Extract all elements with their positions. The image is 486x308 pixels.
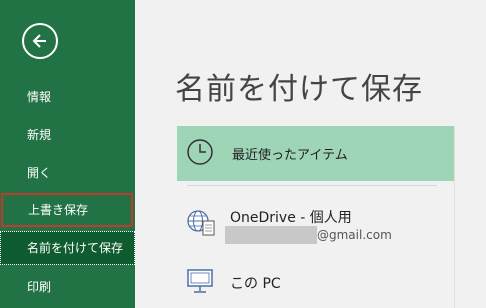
computer-icon bbox=[187, 269, 213, 293]
divider bbox=[187, 185, 437, 186]
email-redaction bbox=[225, 226, 317, 244]
main-panel: 名前を付けて保存 最近使ったアイテム OneDrive - 個人用 @gmail… bbox=[135, 0, 486, 308]
back-button[interactable] bbox=[22, 23, 58, 59]
nav-item-print[interactable]: 印刷 bbox=[0, 270, 135, 304]
onedrive-email: @gmail.com bbox=[317, 228, 392, 242]
panel-edge bbox=[454, 126, 455, 308]
nav-item-save-as[interactable]: 名前を付けて保存 bbox=[0, 231, 135, 265]
page-title: 名前を付けて保存 bbox=[175, 72, 423, 107]
nav-item-open[interactable]: 開く bbox=[0, 156, 135, 190]
location-recent[interactable]: 最近使ったアイテム bbox=[177, 126, 454, 181]
location-onedrive-label: OneDrive - 個人用 bbox=[230, 210, 352, 226]
back-arrow-icon bbox=[32, 34, 46, 48]
nav-item-new[interactable]: 新規 bbox=[0, 118, 135, 152]
sidebar: 情報 新規 開く 上書き保存 名前を付けて保存 印刷 bbox=[0, 0, 135, 308]
location-this-pc-label: この PC bbox=[230, 276, 281, 292]
clock-icon bbox=[187, 139, 213, 165]
location-recent-label: 最近使ったアイテム bbox=[232, 148, 348, 163]
location-this-pc[interactable]: この PC bbox=[177, 262, 454, 308]
globe-document-icon bbox=[187, 210, 215, 236]
nav-item-save[interactable]: 上書き保存 bbox=[1, 193, 133, 227]
nav-item-info[interactable]: 情報 bbox=[0, 80, 135, 114]
